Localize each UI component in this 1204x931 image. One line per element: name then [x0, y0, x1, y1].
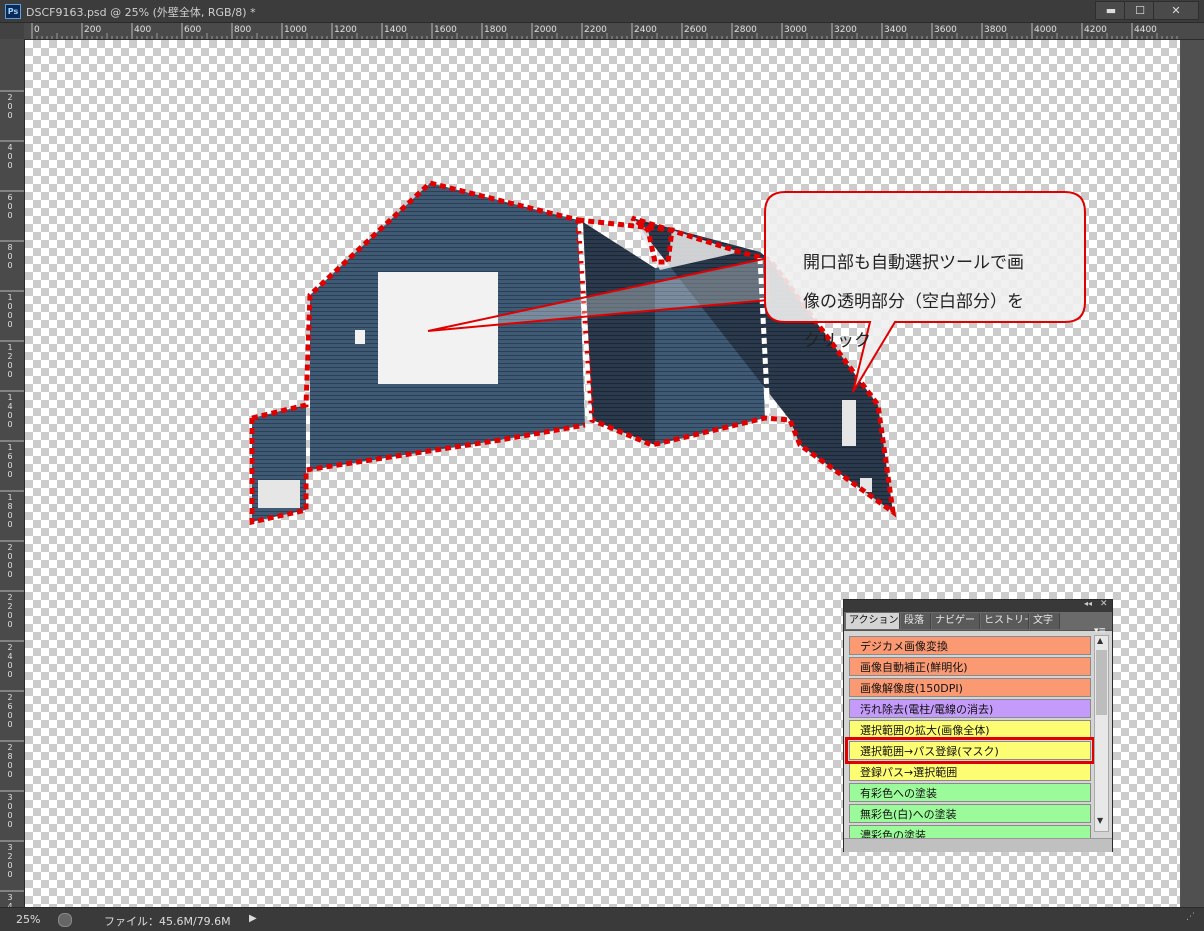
tab-character[interactable]: 文字: [1030, 613, 1060, 629]
scroll-up-icon[interactable]: ▲: [1097, 636, 1103, 645]
panel-scroll-thumb[interactable]: [1096, 650, 1107, 715]
ruler-label: 1200: [334, 25, 357, 35]
ruler-label: 800: [234, 25, 252, 35]
tab-actions[interactable]: アクション: [846, 613, 900, 629]
ruler-label: 2800: [734, 25, 757, 35]
ruler-label: 1400: [384, 25, 407, 35]
action-item[interactable]: 画像自動補正(鮮明化): [849, 657, 1091, 676]
ruler-label: 2 6 0 0: [7, 693, 13, 729]
zoom-level[interactable]: 25%: [16, 913, 40, 926]
tab-paragraph[interactable]: 段落: [901, 613, 931, 629]
base-opening: [258, 480, 300, 508]
ruler-label: 6 0 0: [7, 193, 13, 220]
ruler-label: 1 6 0 0: [7, 443, 13, 479]
ruler-label: 4200: [1084, 25, 1107, 35]
photoshop-app-icon: Ps: [5, 4, 21, 19]
right-wall-opening: [842, 400, 856, 446]
ruler-label: 600: [184, 25, 202, 35]
callout-line-2: 像の透明部分（空白部分）を: [803, 292, 1024, 312]
ruler-label: 8 0 0: [7, 243, 13, 270]
document-title: DSCF9163.psd @ 25% (外壁全体, RGB/8) *: [26, 6, 256, 19]
close-button[interactable]: ✕: [1153, 1, 1199, 20]
ruler-label: 4 0 0: [7, 143, 13, 170]
ruler-label: 400: [134, 25, 152, 35]
file-size-info: ファイル：45.6M/79.6M: [104, 915, 231, 928]
ruler-label: 3400: [884, 25, 907, 35]
ruler-label: 1 8 0 0: [7, 493, 13, 529]
action-item[interactable]: 無彩色(白)への塗装: [849, 804, 1091, 823]
callout-line-1: 開口部も自動選択ツールで画: [803, 253, 1024, 273]
resize-grip-icon[interactable]: ⋰: [1186, 912, 1198, 924]
action-item[interactable]: 登録パス→選択範囲: [849, 762, 1091, 781]
ruler-label: 1800: [484, 25, 507, 35]
action-item[interactable]: 画像解像度(150DPI): [849, 678, 1091, 697]
ruler-label: 1600: [434, 25, 457, 35]
ruler-label: 2 0 0 0: [7, 543, 13, 579]
title-bar: Ps DSCF9163.psd @ 25% (外壁全体, RGB/8) * ▬ …: [0, 0, 1204, 23]
ruler-label: 3800: [984, 25, 1007, 35]
minimize-button[interactable]: ▬: [1095, 1, 1127, 20]
ruler-label: 3600: [934, 25, 957, 35]
panel-tabs: アクション 段落 ナビゲー ヒストリー 文字 ▾≡: [844, 612, 1112, 636]
status-menu-arrow-icon[interactable]: ▶: [249, 913, 257, 924]
maximize-button[interactable]: ☐: [1124, 1, 1156, 20]
ruler-label: 1 2 0 0: [7, 343, 13, 379]
ruler-label: 200: [84, 25, 102, 35]
action-item[interactable]: デジカメ画像変換: [849, 636, 1091, 655]
ruler-label: 2 4 0 0: [7, 643, 13, 679]
ruler-label: 4000: [1034, 25, 1057, 35]
horizontal-ruler[interactable]: 0 200 400 600 800 1000 1200 1400 1600 1800 2000 220…: [24, 23, 1204, 40]
panel-scrollbar[interactable]: ▲ ▼: [1094, 635, 1109, 832]
action-item-selected[interactable]: 選択範囲→パス登録(マスク): [845, 737, 1095, 764]
callout-text: 開口部も自動選択ツールで画 像の透明部分（空白部分）を クリック: [803, 244, 1103, 361]
vertical-scrollbar[interactable]: [1181, 40, 1204, 907]
small-vent: [355, 330, 365, 344]
ruler-label: 0: [34, 25, 40, 35]
ruler-label: 3 2 0 0: [7, 843, 13, 879]
ruler-label: 3 4 0 0: [7, 893, 13, 907]
ruler-label: 1000: [284, 25, 307, 35]
ruler-label: 4400: [1134, 25, 1157, 35]
actions-panel: ◂◂ ✕ アクション 段落 ナビゲー ヒストリー 文字 ▾≡ デジカメ画像変換画…: [843, 599, 1113, 852]
ruler-label: 3200: [834, 25, 857, 35]
panel-footer: [844, 838, 1112, 852]
ruler-label: 1 0 0 0: [7, 293, 13, 329]
action-item[interactable]: 選択範囲の拡大(画像全体): [849, 720, 1091, 739]
ruler-label: 3 0 0 0: [7, 793, 13, 829]
ruler-label: 1 4 0 0: [7, 393, 13, 429]
ruler-label: 2400: [634, 25, 657, 35]
callout-line-3: クリック: [803, 331, 871, 351]
tab-navigator[interactable]: ナビゲー: [932, 613, 980, 629]
status-bar: 25% ファイル：45.6M/79.6M ▶: [0, 907, 1204, 931]
tab-history[interactable]: ヒストリー: [981, 613, 1029, 629]
ruler-label: 2 8 0 0: [7, 743, 13, 779]
scroll-down-icon[interactable]: ▼: [1097, 816, 1103, 825]
action-item[interactable]: 汚れ除去(電柱/電線の消去): [849, 699, 1091, 718]
action-list: デジカメ画像変換 画像自動補正(鮮明化) 画像解像度(150DPI) 汚れ除去(電柱/…: [845, 636, 1095, 846]
ruler-label: 2 0 0: [7, 93, 13, 120]
ruler-origin[interactable]: [0, 23, 24, 39]
panel-header: ◂◂ ✕: [844, 599, 1112, 612]
vertical-ruler[interactable]: 2 0 0 4 0 0 6 0 0 8 0 0 1 0 0 0 1 2 0 0 1 4 0 …: [0, 39, 25, 907]
ruler-label: 2600: [684, 25, 707, 35]
ruler-label: 2200: [584, 25, 607, 35]
panel-close-icon[interactable]: ✕: [1100, 599, 1108, 609]
ruler-label: 2 2 0 0: [7, 593, 13, 629]
ruler-label: 3000: [784, 25, 807, 35]
status-info-icon[interactable]: [58, 913, 72, 927]
action-item[interactable]: 有彩色への塗装: [849, 783, 1091, 802]
collapse-icon[interactable]: ◂◂: [1084, 599, 1092, 608]
ruler-label: 2000: [534, 25, 557, 35]
